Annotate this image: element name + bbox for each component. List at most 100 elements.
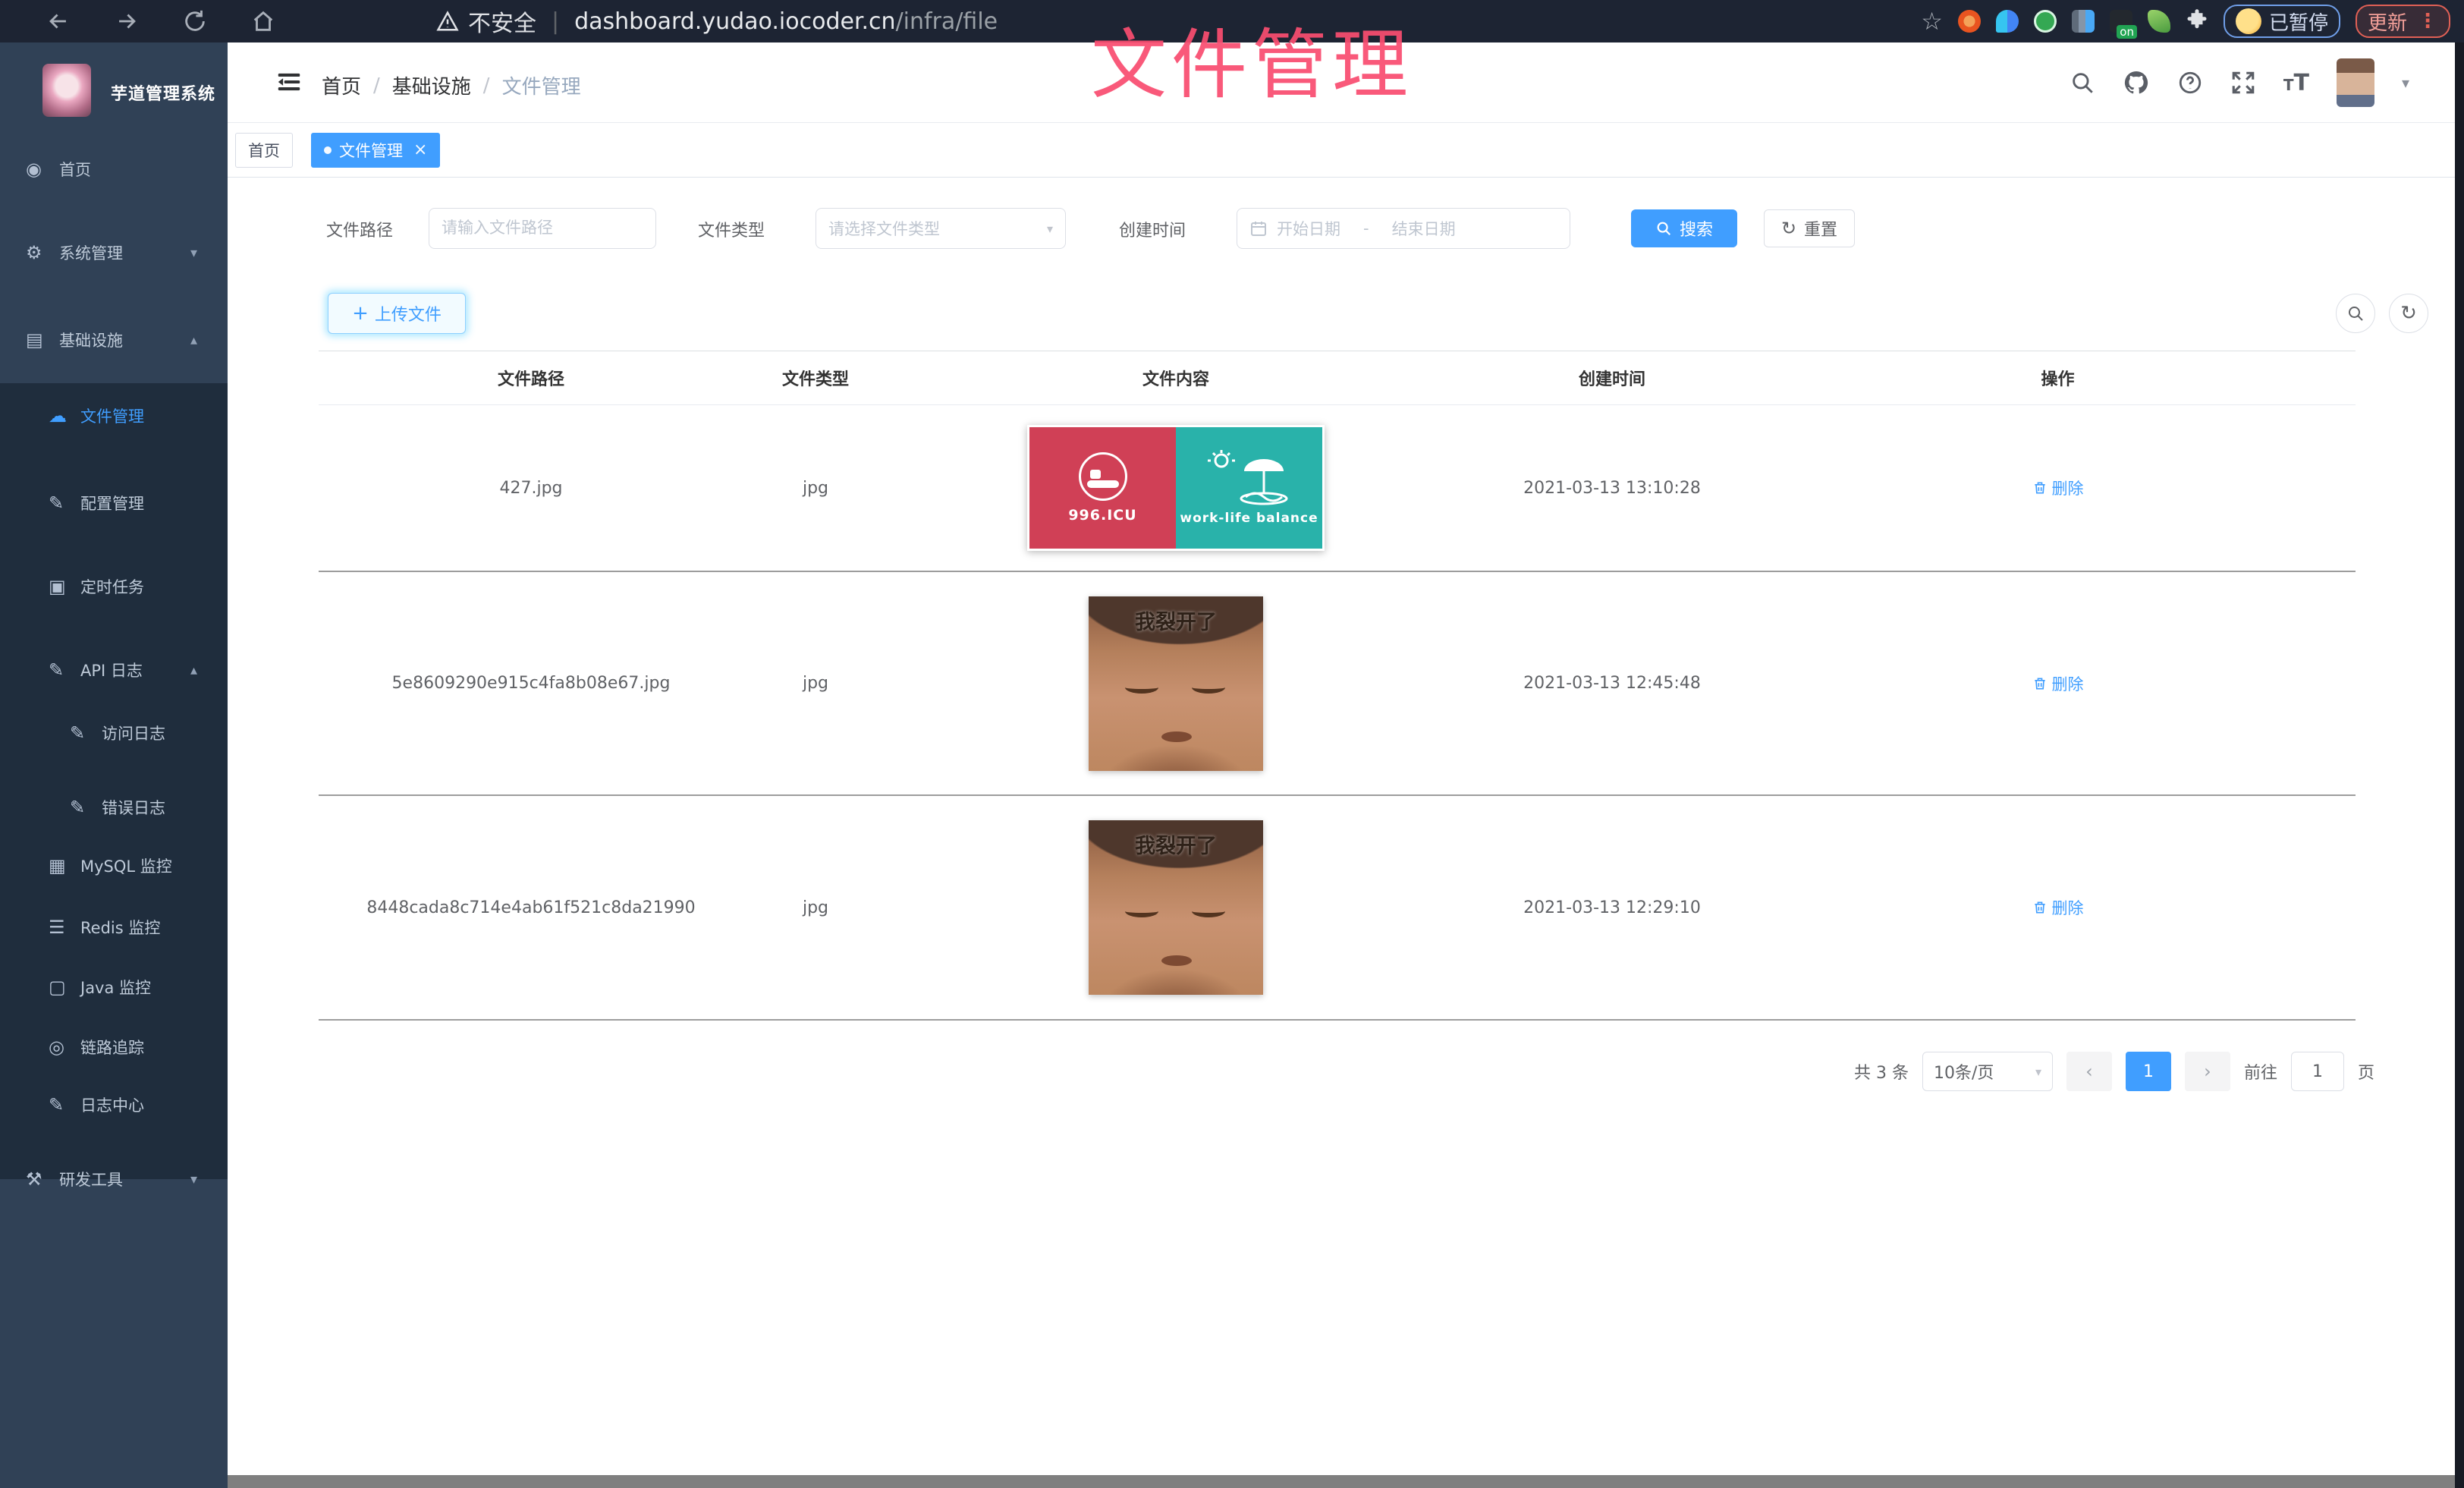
sidebar-item-MySQL监控[interactable]: ▦MySQL 监控 bbox=[0, 841, 228, 891]
sidebar-item-Java监控[interactable]: ▢Java 监控 bbox=[0, 962, 228, 1012]
app-logo bbox=[42, 64, 91, 117]
trash-icon bbox=[2032, 480, 2048, 495]
delete-button[interactable]: 删除 bbox=[2032, 477, 2084, 499]
sidebar-item-日志中心[interactable]: ✎日志中心 bbox=[0, 1080, 228, 1130]
meme-image[interactable]: 我裂开了 bbox=[1089, 820, 1263, 995]
sidebar-item-基础设施[interactable]: ▤基础设施▴ bbox=[0, 315, 228, 365]
sidebar-logo-row[interactable]: 芋道管理系统 bbox=[0, 58, 228, 126]
page-unit-label: 页 bbox=[2358, 1059, 2374, 1084]
table-row: 427.jpgjpg 996.ICU work-life balance2021… bbox=[319, 405, 2356, 572]
sidebar-item-链路追踪[interactable]: ◎链路追踪 bbox=[0, 1022, 228, 1072]
profile-avatar bbox=[2236, 8, 2261, 34]
browser-back-icon[interactable] bbox=[46, 8, 71, 34]
sidebar-item-API日志[interactable]: ✎API 日志▴ bbox=[0, 645, 228, 695]
extension-on-badge-icon[interactable]: on bbox=[2110, 10, 2132, 33]
sidebar-item-定时任务[interactable]: ▣定时任务 bbox=[0, 562, 228, 612]
sidebar-item-访问日志[interactable]: ✎访问日志 bbox=[0, 708, 228, 758]
search-button[interactable]: 搜索 bbox=[1631, 209, 1737, 247]
avatar-caret-icon[interactable]: ▾ bbox=[2402, 74, 2409, 92]
cell-file-type: jpg bbox=[803, 479, 828, 498]
delete-button[interactable]: 删除 bbox=[2032, 672, 2084, 695]
column-header-文件内容: 文件内容 bbox=[1142, 366, 1209, 390]
tab-首页[interactable]: 首页 bbox=[235, 133, 293, 168]
banner-996-image[interactable]: 996.ICU work-life balance bbox=[1027, 425, 1325, 551]
cell-file-type: jpg bbox=[803, 898, 828, 917]
hamburger-icon[interactable] bbox=[275, 68, 303, 96]
table-header-row: 文件路径文件类型文件内容创建时间操作 bbox=[319, 351, 2356, 405]
profile-paused-pill[interactable]: 已暂停 bbox=[2224, 5, 2340, 38]
log-center-icon: ✎ bbox=[49, 1094, 64, 1115]
page-size-select[interactable]: 10条/页 ▾ bbox=[1922, 1052, 2053, 1091]
page-size-value: 10条/页 bbox=[1934, 1059, 1994, 1084]
breadcrumb-home[interactable]: 首页 bbox=[322, 71, 361, 99]
date-range-picker[interactable]: 开始日期 - 结束日期 bbox=[1237, 208, 1570, 249]
file-path-input[interactable] bbox=[429, 208, 656, 249]
column-header-操作: 操作 bbox=[2041, 366, 2074, 390]
refresh-icon: ↻ bbox=[1781, 218, 1796, 239]
url-text[interactable]: dashboard.yudao.iocoder.cn/infra/file bbox=[574, 8, 998, 35]
github-icon[interactable] bbox=[2123, 69, 2150, 96]
banner-996-text: work-life balance bbox=[1180, 511, 1318, 526]
browser-refresh-icon[interactable] bbox=[182, 8, 208, 34]
sidebar-item-首页[interactable]: ◉ 首页 bbox=[0, 144, 228, 194]
sidebar-item-label: API 日志 bbox=[80, 659, 143, 681]
extension-orange-icon[interactable] bbox=[1958, 10, 1981, 33]
extension-columns-icon[interactable] bbox=[2072, 10, 2095, 33]
end-date-placeholder: 结束日期 bbox=[1392, 217, 1456, 240]
security-chip[interactable]: 不安全 | dashboard.yudao.iocoder.cn/infra/f… bbox=[436, 6, 998, 36]
extension-pin-icon[interactable] bbox=[1996, 10, 2019, 33]
sidebar-item-label: 定时任务 bbox=[80, 575, 144, 598]
close-icon[interactable]: × bbox=[413, 142, 427, 159]
user-avatar[interactable] bbox=[2337, 58, 2374, 107]
warning-icon bbox=[436, 10, 459, 33]
file-type-select[interactable]: 请选择文件类型 ▾ bbox=[816, 208, 1066, 249]
browser-menu-icon[interactable]: ⋮ bbox=[2418, 10, 2438, 33]
table-refresh-button[interactable]: ↻ bbox=[2389, 294, 2428, 333]
sidebar-item-文件管理[interactable]: ☁文件管理 bbox=[0, 391, 228, 441]
upload-file-button[interactable]: + 上传文件 bbox=[328, 293, 466, 334]
sidebar-item-Redis监控[interactable]: ☰Redis 监控 bbox=[0, 902, 228, 952]
reset-button[interactable]: ↻ 重置 bbox=[1764, 209, 1855, 247]
sidebar-item-错误日志[interactable]: ✎错误日志 bbox=[0, 782, 228, 832]
next-page-button[interactable]: › bbox=[2185, 1052, 2230, 1091]
dashboard-icon: ◉ bbox=[26, 159, 42, 180]
browser-update-button[interactable]: 更新 ⋮ bbox=[2356, 5, 2450, 38]
goto-page-input[interactable]: 1 bbox=[2291, 1052, 2344, 1091]
file-path-label: 文件路径 bbox=[326, 217, 393, 241]
sidebar-item-label: 研发工具 bbox=[59, 1168, 123, 1191]
help-icon[interactable] bbox=[2177, 70, 2203, 96]
sidebar-item-系统管理[interactable]: ⚙系统管理▾ bbox=[0, 228, 228, 278]
sidebar-item-label: 首页 bbox=[59, 158, 91, 181]
current-page-button[interactable]: 1 bbox=[2126, 1052, 2171, 1091]
dev-tools-icon: ⚒ bbox=[26, 1169, 42, 1190]
pagination: 共 3 条 10条/页 ▾ ‹ 1 › 前往 1 页 bbox=[1854, 1051, 2374, 1092]
create-time-label: 创建时间 bbox=[1119, 217, 1186, 241]
header-search-icon[interactable] bbox=[2070, 70, 2095, 96]
sidebar-item-研发工具[interactable]: ⚒研发工具▾ bbox=[0, 1154, 228, 1204]
browser-scrollbar[interactable] bbox=[2455, 42, 2464, 1488]
breadcrumb-infra[interactable]: 基础设施 bbox=[392, 71, 471, 99]
delete-button[interactable]: 删除 bbox=[2032, 896, 2084, 919]
delete-label: 删除 bbox=[2052, 477, 2084, 499]
error-log-icon: ✎ bbox=[70, 797, 85, 818]
meme-image[interactable]: 我裂开了 bbox=[1089, 596, 1263, 771]
column-header-文件类型: 文件类型 bbox=[782, 366, 849, 390]
sidebar-item-配置管理[interactable]: ✎配置管理 bbox=[0, 478, 228, 528]
cell-file-content: 我裂开了 bbox=[1089, 596, 1263, 771]
browser-home-icon[interactable] bbox=[250, 8, 276, 34]
column-header-创建时间: 创建时间 bbox=[1579, 366, 1645, 390]
prev-page-button[interactable]: ‹ bbox=[2066, 1052, 2112, 1091]
bookmark-star-icon[interactable]: ☆ bbox=[1921, 7, 1943, 36]
fullscreen-icon[interactable] bbox=[2230, 70, 2256, 96]
tab-文件管理[interactable]: 文件管理× bbox=[311, 133, 440, 168]
font-size-icon[interactable]: TT bbox=[2283, 70, 2309, 96]
extension-green-check-icon[interactable] bbox=[2034, 10, 2057, 33]
meme-mouth bbox=[1161, 731, 1192, 742]
tags-view-bar: 首页文件管理× bbox=[228, 123, 2455, 178]
upload-button-label: 上传文件 bbox=[375, 301, 442, 326]
sidebar-item-label: 链路追踪 bbox=[80, 1036, 144, 1059]
extensions-puzzle-icon[interactable] bbox=[2186, 8, 2208, 34]
table-search-toggle-button[interactable] bbox=[2336, 294, 2375, 333]
browser-forward-icon[interactable] bbox=[114, 8, 140, 34]
extension-leaf-icon[interactable] bbox=[2148, 10, 2170, 33]
